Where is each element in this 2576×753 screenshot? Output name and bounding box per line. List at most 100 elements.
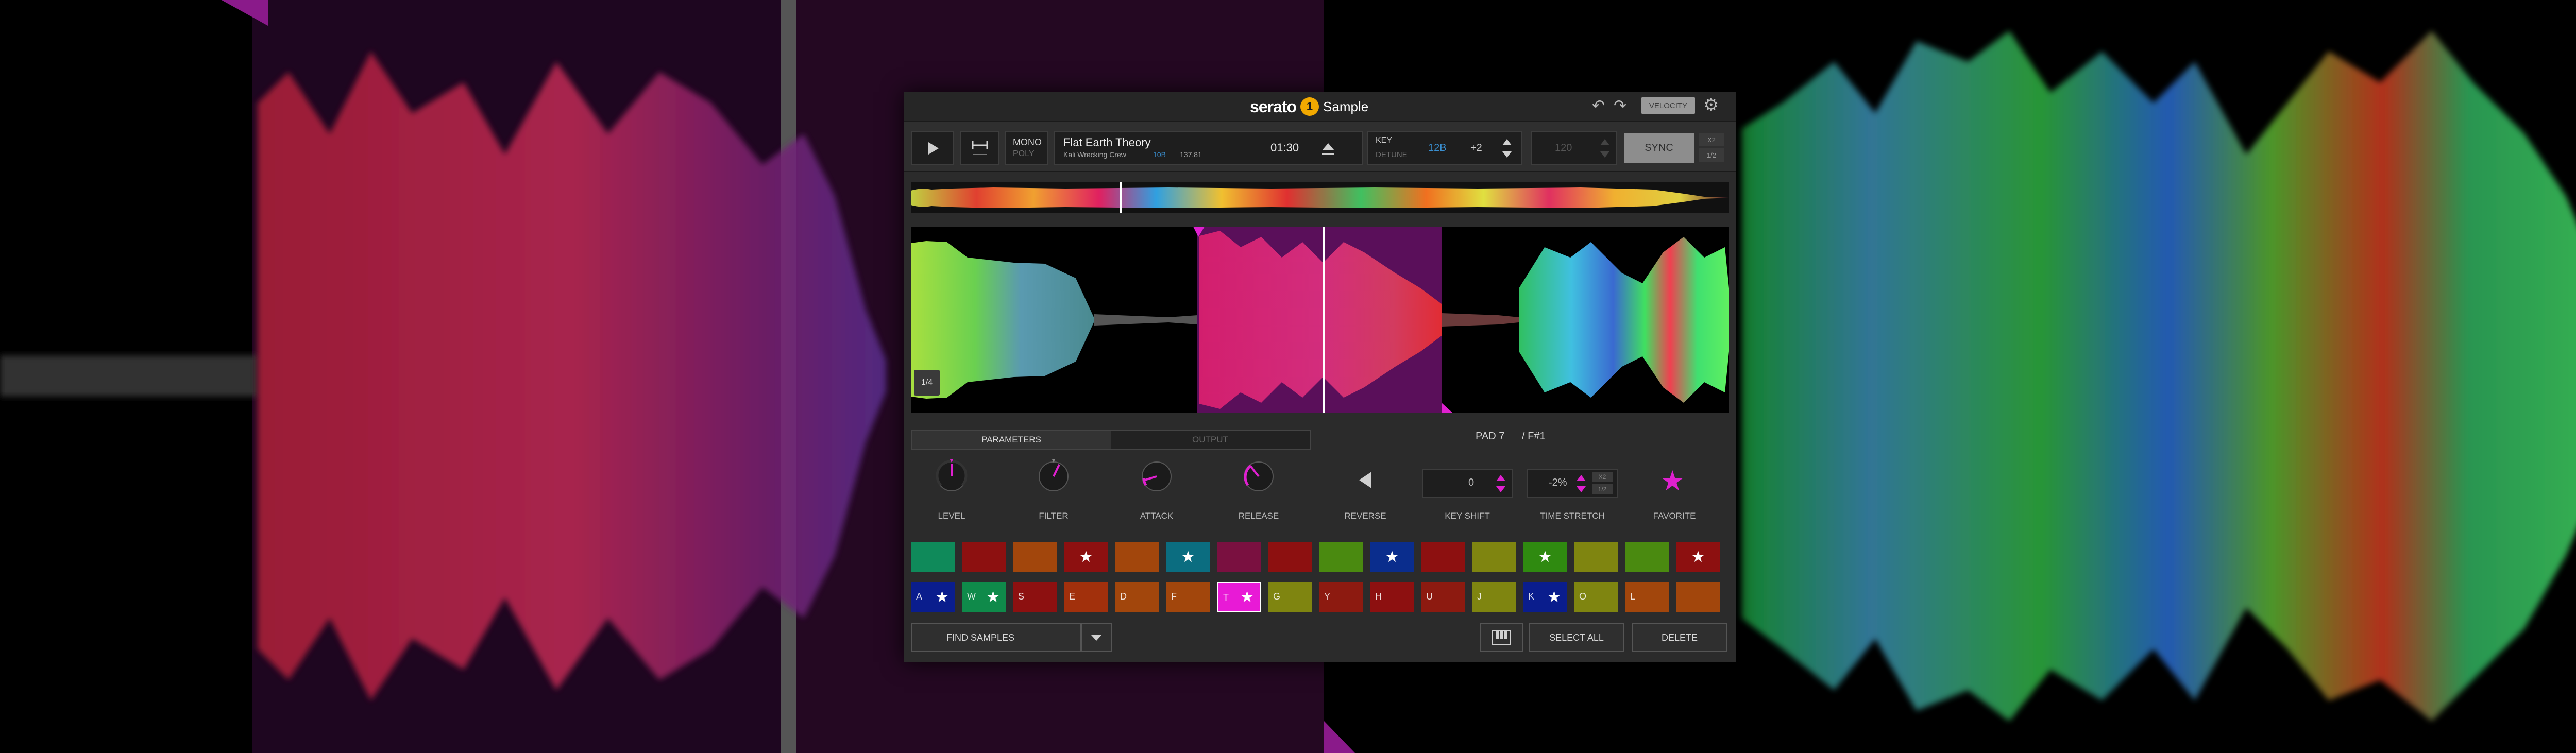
top-pad-10[interactable]: ★ [1370, 542, 1414, 572]
top-pad-9[interactable] [1319, 542, 1363, 572]
poly-label: POLY [1013, 149, 1035, 158]
top-pad-8[interactable] [1268, 542, 1312, 572]
bottom-pad-4[interactable]: E [1064, 582, 1108, 612]
track-overview[interactable] [911, 182, 1729, 213]
select-all-button[interactable]: SELECT ALL [1529, 623, 1624, 652]
bpm-value: 120 [1555, 142, 1572, 153]
app-logo: serato 1 Sample [1250, 97, 1368, 116]
pad-key-label: F [1171, 591, 1177, 602]
chevron-down-icon [1091, 635, 1101, 641]
level-knob[interactable] [934, 458, 970, 494]
bottom-pad-13[interactable]: K ★ [1523, 582, 1567, 612]
top-pad-12[interactable] [1472, 542, 1516, 572]
find-samples-button[interactable]: FIND SAMPLES [911, 623, 1081, 652]
top-pad-14[interactable] [1574, 542, 1618, 572]
pad-title: PAD 7 [1476, 431, 1505, 442]
tempo-half-button[interactable]: 1/2 [1699, 148, 1724, 162]
redo-icon[interactable]: ↷ [1614, 98, 1626, 114]
attack-label: ATTACK [1140, 511, 1174, 521]
top-pad-5[interactable] [1115, 542, 1159, 572]
brand-badge: 1 [1300, 97, 1319, 116]
top-pad-3[interactable] [1013, 542, 1057, 572]
sample-window: serato 1 Sample ↶ ↷ VELOCITY ⚙ MONO POLY… [904, 92, 1736, 662]
title-bar: serato 1 Sample ↶ ↷ VELOCITY ⚙ [904, 92, 1736, 122]
bpm-stepper[interactable] [1597, 136, 1613, 161]
bottom-pad-1[interactable]: A ★ [911, 582, 955, 612]
sample-waveform[interactable] [911, 227, 1729, 413]
brand-name: serato [1250, 97, 1297, 116]
track-artist: Kali Wrecking Crew [1063, 150, 1126, 159]
bottom-pad-9[interactable]: Y [1319, 582, 1363, 612]
star-icon: ★ [1385, 548, 1399, 566]
bottom-pad-10[interactable]: H [1370, 582, 1414, 612]
top-pad-11[interactable] [1421, 542, 1465, 572]
zoom-badge[interactable]: 1/4 [914, 370, 940, 396]
bottom-pad-8[interactable]: G [1268, 582, 1312, 612]
find-samples-label: FIND SAMPLES [946, 632, 1015, 643]
find-samples-dropdown[interactable] [1081, 623, 1112, 652]
key-value: 12B [1428, 142, 1447, 153]
star-icon[interactable]: ★ [1660, 466, 1685, 497]
top-pad-6[interactable]: ★ [1166, 542, 1210, 572]
top-pad-4[interactable]: ★ [1064, 542, 1108, 572]
level-label: LEVEL [938, 511, 965, 521]
top-pad-2[interactable] [962, 542, 1006, 572]
star-icon: ★ [1538, 548, 1552, 566]
undo-icon[interactable]: ↶ [1592, 98, 1605, 114]
top-pad-15[interactable] [1625, 542, 1669, 572]
reverse-icon[interactable] [1355, 469, 1376, 491]
top-pad-1[interactable] [911, 542, 955, 572]
velocity-button[interactable]: VELOCITY [1641, 97, 1695, 114]
bottom-pad-2[interactable]: W ★ [962, 582, 1006, 612]
delete-button[interactable]: DELETE [1632, 623, 1727, 652]
eject-icon[interactable] [1318, 139, 1338, 159]
track-info-panel: Flat Earth Theory Kali Wrecking Crew 10B… [1054, 131, 1363, 165]
attack-knob[interactable] [1139, 458, 1175, 494]
star-icon: ★ [1181, 548, 1195, 566]
key-shift-value: 0 [1468, 477, 1475, 488]
top-pad-7[interactable] [1217, 542, 1261, 572]
time-stretch-field[interactable]: -2% X2 1/2 [1527, 469, 1618, 498]
key-stepper[interactable] [1499, 136, 1515, 161]
stretch-half-button[interactable]: 1/2 [1592, 484, 1613, 494]
bottom-pad-14[interactable]: O [1574, 582, 1618, 612]
mono-label: MONO [1013, 137, 1042, 147]
filter-knob[interactable] [1036, 458, 1072, 494]
keyboard-mode-button[interactable] [1480, 623, 1523, 652]
reverse-label: REVERSE [1344, 511, 1386, 521]
bottom-pad-12[interactable]: J [1472, 582, 1516, 612]
top-pad-16[interactable]: ★ [1676, 542, 1720, 572]
time-stretch-stepper[interactable] [1573, 472, 1589, 495]
play-button[interactable] [911, 131, 954, 165]
gear-icon[interactable]: ⚙ [1703, 96, 1719, 114]
star-icon: ★ [1079, 548, 1093, 566]
bottom-pad-11[interactable]: U [1421, 582, 1465, 612]
bottom-pad-16[interactable] [1676, 582, 1720, 612]
bottom-pad-3[interactable]: S [1013, 582, 1057, 612]
pad-note: / F#1 [1522, 431, 1546, 442]
stretch-double-button[interactable]: X2 [1592, 472, 1613, 482]
tempo-double-button[interactable]: X2 [1699, 133, 1724, 146]
key-shift-stepper[interactable] [1493, 472, 1509, 495]
key-offset: +2 [1470, 142, 1482, 153]
bottom-pad-7[interactable]: T ★ [1217, 582, 1261, 612]
pad-key-label: J [1477, 591, 1482, 602]
tab-parameters[interactable]: PARAMETERS [912, 431, 1111, 449]
star-icon: ★ [1547, 588, 1561, 606]
sync-button[interactable]: SYNC [1624, 133, 1694, 163]
loop-mode-button[interactable] [960, 131, 999, 165]
filter-label: FILTER [1039, 511, 1069, 521]
tab-output[interactable]: OUTPUT [1111, 431, 1310, 449]
voice-mode-toggle[interactable]: MONO POLY [1005, 131, 1048, 165]
bpm-field[interactable]: 120 [1531, 131, 1617, 165]
release-label: RELEASE [1238, 511, 1279, 521]
product-name: Sample [1323, 98, 1369, 114]
track-title: Flat Earth Theory [1063, 136, 1151, 149]
pad-key-label: E [1069, 591, 1076, 602]
bottom-pad-15[interactable]: L [1625, 582, 1669, 612]
release-knob[interactable] [1241, 458, 1277, 494]
bottom-pad-5[interactable]: D [1115, 582, 1159, 612]
key-shift-field[interactable]: 0 [1422, 469, 1513, 498]
top-pad-13[interactable]: ★ [1523, 542, 1567, 572]
bottom-pad-6[interactable]: F [1166, 582, 1210, 612]
